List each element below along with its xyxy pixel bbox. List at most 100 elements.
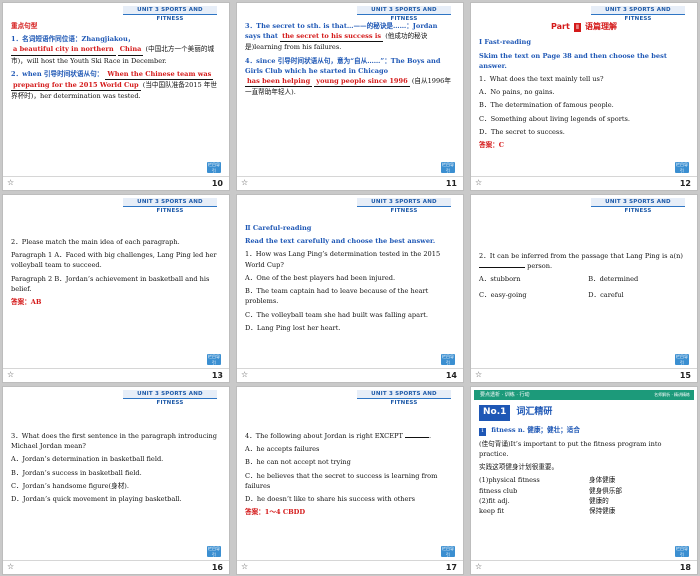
slide-footer: ☆ 12 [471, 176, 697, 190]
answer: 答案：AB [11, 298, 42, 307]
answer-blank: has been helping [245, 76, 313, 88]
sentence-4: 4．since 引导时间状语从句，意为“自从……”：The Boys and G… [245, 56, 451, 97]
question: 3．What does the first sentence in the pa… [11, 432, 217, 451]
option: B．The determination of famous people. [479, 101, 614, 110]
paragraph-2: Paragraph 2 B．Jordan’s achievement in ba… [11, 274, 210, 293]
slide-footer: ☆ 17 [237, 560, 463, 574]
page-number: 18 [679, 563, 691, 572]
option: B．Jordan’s success in basketball field. [11, 468, 142, 477]
slide-14[interactable]: UNIT 3 SPORTS AND FITNESS Ⅱ Careful-read… [236, 194, 464, 383]
back-button[interactable]: 栏目导引 [675, 546, 689, 557]
option-row: A．stubborn B．determined [479, 274, 689, 284]
question: 2．It can be inferred from the passage th… [479, 252, 683, 271]
slide-11[interactable]: UNIT 3 SPORTS AND FITNESS 3．The secret t… [236, 2, 464, 191]
answer-blank: preparing for the 2015 World Cup [11, 80, 141, 92]
back-button[interactable]: 栏目导引 [207, 354, 221, 365]
question: 4．The following about Jordan is right EX… [245, 432, 432, 440]
back-button[interactable]: 栏目导引 [441, 354, 455, 365]
answer-blank: China [117, 44, 144, 56]
question: 1．What does the text mainly tell us? [479, 75, 604, 84]
option-row: C．easy-going D．careful [479, 290, 689, 300]
page-number: 13 [211, 371, 223, 380]
page-number: 10 [211, 179, 223, 188]
section-title: Ⅱ Careful-reading [245, 224, 312, 232]
back-button[interactable]: 栏目导引 [675, 162, 689, 173]
phrase-row: keep fit 保持健康 [479, 507, 616, 515]
slide-header: UNIT 3 SPORTS AND FITNESS [357, 198, 451, 214]
example-translation: 实践这项健身计划很重要。 [479, 463, 559, 472]
slide-12[interactable]: UNIT 3 SPORTS AND FITNESS Part Ⅱ 语篇理解 Ⅰ … [470, 2, 698, 191]
slide-grid: UNIT 3 SPORTS AND FITNESS 重点句型 1．名词短语作同位… [0, 0, 700, 576]
slide-body: 2．It can be inferred from the passage th… [479, 251, 689, 354]
slide-body: Ⅱ Careful-reading Read the text carefull… [245, 223, 455, 354]
star-icon: ☆ [475, 562, 483, 571]
slide-body: Part Ⅱ 语篇理解 Ⅰ Fast-reading Skim the text… [479, 21, 689, 162]
slide-footer: ☆ 14 [237, 368, 463, 382]
option: D．Jordan’s quick movement in playing bas… [11, 495, 182, 504]
page-number: 11 [445, 179, 457, 188]
star-icon: ☆ [475, 370, 483, 379]
section-banner: 要点透析 · 训练 · 行动 名师解析 · 精讲精练 [474, 390, 694, 400]
back-button[interactable]: 栏目导引 [207, 546, 221, 557]
slide-18[interactable]: 要点透析 · 训练 · 行动 名师解析 · 精讲精练 No.1 词汇精研 1 f… [470, 386, 698, 575]
slide-footer: ☆ 16 [3, 560, 229, 574]
answer-blank: a beautiful city in northern [11, 44, 116, 56]
option: D．The secret to success. [479, 127, 565, 136]
back-button[interactable]: 栏目导引 [675, 354, 689, 365]
option: C．Something about living legends of spor… [479, 114, 631, 123]
option: D．Lang Ping lost her heart. [245, 323, 341, 332]
slide-header: UNIT 3 SPORTS AND FITNESS [123, 390, 217, 406]
slide-body: 2．Please match the main idea of each par… [11, 237, 221, 354]
instruction: Read the text carefully and choose the b… [245, 237, 436, 246]
star-icon: ☆ [241, 178, 249, 187]
slide-15[interactable]: UNIT 3 SPORTS AND FITNESS 2．It can be in… [470, 194, 698, 383]
option: C．The volleyball team she had built was … [245, 310, 428, 319]
star-icon: ☆ [475, 178, 483, 187]
slide-16[interactable]: UNIT 3 SPORTS AND FITNESS 3．What does th… [2, 386, 230, 575]
instruction: Skim the text on Page 38 and then choose… [479, 51, 667, 70]
sentence-2: 2．when 引导时间状语从句： When the Chinese team w… [11, 69, 217, 101]
page-number: 17 [445, 563, 457, 572]
word-number: 1 [479, 427, 487, 436]
back-button[interactable]: 栏目导引 [441, 162, 455, 173]
example-sentence: (佳句背诵)It’s important to put the fitness … [479, 439, 662, 458]
answer: 答案：1～4 CBDD [245, 508, 306, 517]
slide-13[interactable]: UNIT 3 SPORTS AND FITNESS 2．Please match… [2, 194, 230, 383]
option: A．One of the best players had been injur… [245, 273, 396, 282]
star-icon: ☆ [7, 562, 15, 571]
slide-body: No.1 词汇精研 1 fitness n. 健康；健壮；适合 (佳句背诵)It… [479, 405, 689, 546]
option: C．he believes that the secret to success… [245, 471, 438, 490]
back-button[interactable]: 栏目导引 [441, 546, 455, 557]
paragraph-1: Paragraph 1 A．Faced with big challenges,… [11, 251, 217, 270]
option: B．The team captain had to leave because … [245, 287, 429, 306]
star-icon: ☆ [7, 370, 15, 379]
option: A．No pains, no gains. [479, 88, 555, 97]
slide-header: UNIT 3 SPORTS AND FITNESS [357, 6, 451, 22]
no1-badge: No.1 [479, 405, 511, 421]
slide-17[interactable]: UNIT 3 SPORTS AND FITNESS 4．The followin… [236, 386, 464, 575]
answer-blank: When the Chinese team was [105, 69, 214, 81]
answer: 答案：C [479, 141, 505, 150]
slide-10[interactable]: UNIT 3 SPORTS AND FITNESS 重点句型 1．名词短语作同位… [2, 2, 230, 191]
question: 1．How was Lang Ping’s determination test… [245, 250, 441, 269]
slide-footer: ☆ 10 [3, 176, 229, 190]
word-entry: 1 fitness n. 健康；健壮；适合 [479, 425, 580, 436]
page-number: 12 [679, 179, 691, 188]
blank-line [479, 267, 525, 269]
option: A．he accepts failures [245, 445, 320, 454]
slide-body: 重点句型 1．名词短语作同位语：Zhangjiakou， a beautiful… [11, 21, 221, 162]
option: D．careful [588, 290, 624, 299]
slide-body: 3．What does the first sentence in the pa… [11, 431, 221, 546]
slide-body: 3．The secret to sth. is that…——的秘诀是……：Jo… [245, 21, 455, 162]
vocab-title: 词汇精研 [516, 407, 553, 417]
blank-line [404, 437, 429, 438]
slide-header: UNIT 3 SPORTS AND FITNESS [123, 198, 217, 214]
slide-header: UNIT 3 SPORTS AND FITNESS [123, 6, 217, 22]
star-icon: ☆ [241, 370, 249, 379]
option: C．Jordan’s handsome figure(身材). [11, 481, 129, 490]
part-number: Ⅱ [573, 23, 581, 33]
page-number: 14 [445, 371, 457, 380]
option: A．stubborn [479, 275, 521, 284]
slide-footer: ☆ 18 [471, 560, 697, 574]
back-button[interactable]: 栏目导引 [207, 162, 221, 173]
